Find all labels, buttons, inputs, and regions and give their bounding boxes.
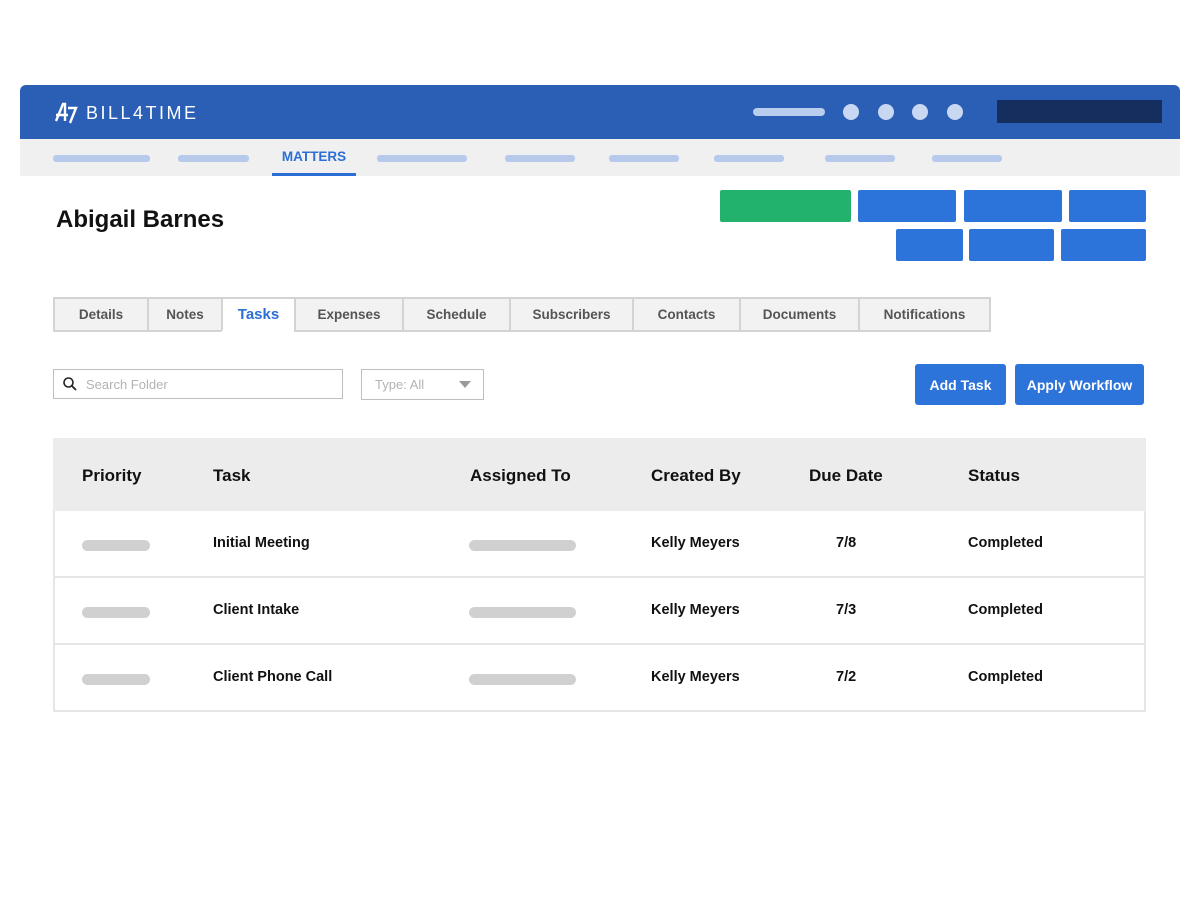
column-header-status[interactable]: Status: [968, 466, 1020, 486]
due-date: 7/2: [836, 669, 857, 685]
task-name[interactable]: Client Phone Call: [213, 669, 332, 685]
search-icon: [63, 377, 77, 391]
top-bar-icon-2[interactable]: [878, 104, 894, 120]
table-row[interactable]: Client Intake Kelly Meyers 7/3 Completed: [55, 576, 1144, 643]
caret-down-icon: [459, 381, 471, 388]
assignee-placeholder: [469, 607, 576, 618]
nav-item-placeholder[interactable]: [505, 155, 575, 162]
tab-schedule[interactable]: Schedule: [402, 297, 511, 332]
status: Completed: [968, 669, 1043, 685]
action-button[interactable]: [1061, 229, 1146, 261]
tab-expenses[interactable]: Expenses: [294, 297, 404, 332]
top-bar-icon-1[interactable]: [843, 104, 859, 120]
action-button[interactable]: [896, 229, 963, 261]
tab-tasks[interactable]: Tasks: [221, 297, 296, 332]
tab-subscribers[interactable]: Subscribers: [509, 297, 634, 332]
nav-item-placeholder[interactable]: [178, 155, 249, 162]
b4t-logo-icon: [54, 102, 78, 124]
app-window: BILL4TIME MATTERS Abigail Barnes Details…: [20, 85, 1180, 725]
tab-notifications[interactable]: Notifications: [858, 297, 991, 332]
nav-item-placeholder[interactable]: [825, 155, 895, 162]
nav-item-placeholder[interactable]: [714, 155, 784, 162]
top-bar-icon-4[interactable]: [947, 104, 963, 120]
assignee-placeholder: [469, 674, 576, 685]
nav-item-placeholder[interactable]: [609, 155, 679, 162]
nav-item-placeholder[interactable]: [377, 155, 467, 162]
due-date: 7/3: [836, 602, 857, 618]
column-header-created-by[interactable]: Created By: [651, 466, 741, 486]
column-header-task[interactable]: Task: [213, 466, 251, 486]
table-row[interactable]: Client Phone Call Kelly Meyers 7/2 Compl…: [55, 643, 1144, 710]
action-button[interactable]: [858, 190, 956, 222]
task-name[interactable]: Client Intake: [213, 602, 299, 618]
account-menu[interactable]: [997, 100, 1162, 123]
nav-item-placeholder[interactable]: [932, 155, 1002, 162]
table-header: Priority Task Assigned To Created By Due…: [53, 438, 1146, 511]
table-row[interactable]: Initial Meeting Kelly Meyers 7/8 Complet…: [55, 511, 1144, 576]
action-button[interactable]: [1069, 190, 1146, 222]
column-header-due-date[interactable]: Due Date: [809, 466, 883, 486]
created-by: Kelly Meyers: [651, 602, 740, 618]
search-field[interactable]: [53, 369, 343, 399]
priority-placeholder: [82, 607, 150, 618]
matter-tabs: Details Notes Tasks Expenses Schedule Su…: [53, 297, 991, 332]
table-body: Initial Meeting Kelly Meyers 7/8 Complet…: [53, 511, 1146, 712]
status: Completed: [968, 602, 1043, 618]
nav-active-indicator: [272, 173, 356, 176]
priority-placeholder: [82, 540, 150, 551]
assignee-placeholder: [469, 540, 576, 551]
tasks-table: Priority Task Assigned To Created By Due…: [53, 438, 1146, 712]
tab-details[interactable]: Details: [53, 297, 149, 332]
type-filter-value: Type: All: [375, 377, 425, 392]
column-header-assigned-to[interactable]: Assigned To: [470, 466, 571, 486]
page-title: Abigail Barnes: [56, 206, 225, 233]
main-nav: MATTERS: [20, 139, 1180, 176]
tab-documents[interactable]: Documents: [739, 297, 860, 332]
tab-contacts[interactable]: Contacts: [632, 297, 741, 332]
nav-item-placeholder[interactable]: [53, 155, 150, 162]
nav-item-matters[interactable]: MATTERS: [272, 149, 356, 164]
top-bar-placeholder[interactable]: [753, 108, 825, 116]
status: Completed: [968, 535, 1043, 551]
created-by: Kelly Meyers: [651, 535, 740, 551]
search-input[interactable]: [86, 376, 326, 392]
type-filter-select[interactable]: Type: All: [361, 369, 484, 400]
priority-placeholder: [82, 674, 150, 685]
created-by: Kelly Meyers: [651, 669, 740, 685]
primary-action-button[interactable]: [720, 190, 851, 222]
logo[interactable]: BILL4TIME: [54, 100, 199, 126]
add-task-button[interactable]: Add Task: [915, 364, 1006, 405]
brand-name: BILL4TIME: [86, 102, 199, 123]
action-button[interactable]: [969, 229, 1054, 261]
top-bar: BILL4TIME: [20, 85, 1180, 139]
apply-workflow-button[interactable]: Apply Workflow: [1015, 364, 1144, 405]
task-name[interactable]: Initial Meeting: [213, 535, 310, 551]
tab-notes[interactable]: Notes: [147, 297, 223, 332]
action-button[interactable]: [964, 190, 1062, 222]
column-header-priority[interactable]: Priority: [82, 466, 142, 486]
due-date: 7/8: [836, 535, 857, 551]
top-bar-icon-3[interactable]: [912, 104, 928, 120]
